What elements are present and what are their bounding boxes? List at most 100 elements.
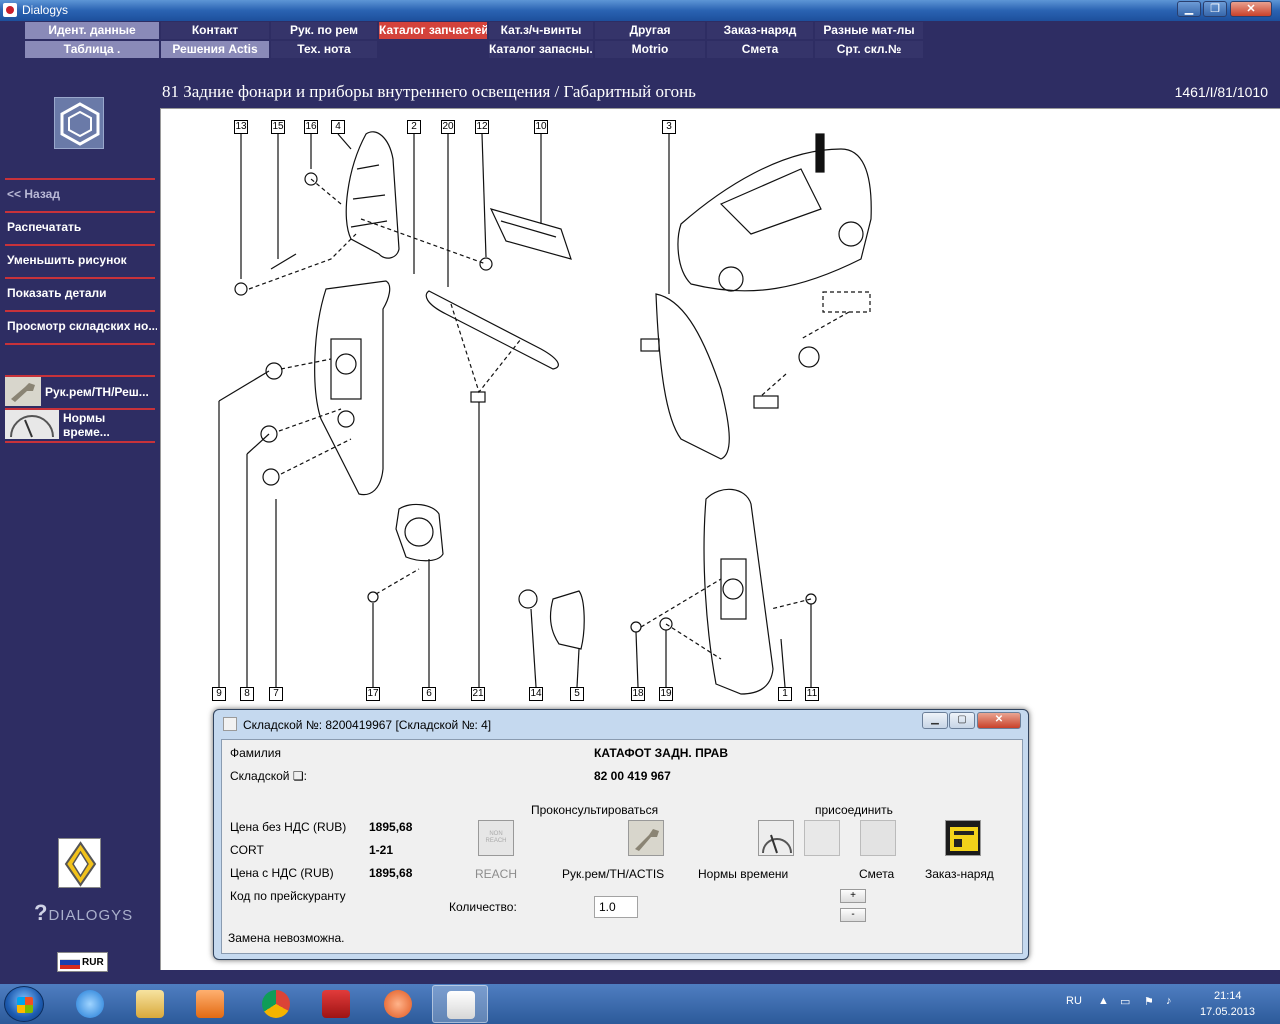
pricelist-code-label: Код по прейскуранту [230,889,346,903]
tab-contact[interactable]: Контакт [161,22,269,39]
price-ex-vat-label: Цена без НДС (RUB) [230,820,347,834]
tab-work-order[interactable]: Заказ-наряд [707,22,813,39]
callout-3[interactable]: 3 [662,120,676,134]
quantity-label: Количество: [449,900,517,914]
sidebar-separator [5,441,155,443]
clock-time[interactable]: 21:14 [1214,990,1242,1002]
question-mark-icon: ? [34,900,49,925]
minimize-button[interactable]: ▁ [1177,1,1201,17]
callout-19[interactable]: 19 [659,687,673,701]
callout-15[interactable]: 15 [271,120,285,134]
tab-other[interactable]: Другая [595,22,705,39]
tab-table[interactable]: Таблица . [25,41,159,58]
dialog-body: Фамилия КАТАФОТ ЗАДН. ПРАВ Складской ❏: … [221,739,1023,954]
app-icon [3,3,17,17]
parts-attach-icon[interactable] [804,820,840,856]
dialog-maximize-button[interactable]: ▢ [949,712,975,729]
dialogys-brand: DIALOGYS [48,907,134,924]
callout-12[interactable]: 12 [475,120,489,134]
kaspersky-taskbar-icon[interactable] [308,985,364,1023]
sidebar-separator [5,310,155,312]
tab-actis-solutions[interactable]: Решения Actis [161,41,269,58]
time-norms-icon[interactable] [758,820,794,856]
callout-9[interactable]: 9 [212,687,226,701]
quantity-input[interactable] [594,896,638,918]
show-details-link[interactable]: Показать детали [7,286,157,300]
sidebar-separator [5,343,155,345]
media-player-taskbar-icon[interactable] [182,985,238,1023]
java-taskbar-icon[interactable] [432,985,488,1023]
maximize-button[interactable]: ❐ [1203,1,1227,17]
window-titlebar: Dialogys ▁ ❐ ✕ [0,0,1280,21]
reach-label: REACH [475,867,518,881]
language-indicator[interactable]: RU [1066,995,1082,1007]
volume-icon[interactable]: ♪ [1166,995,1172,1007]
print-link[interactable]: Распечатать [7,220,157,234]
status-message: Замена невозможна. [228,931,345,945]
callout-5[interactable]: 5 [570,687,584,701]
dialog-close-button[interactable]: ✕ [977,712,1021,729]
close-button[interactable]: ✕ [1230,1,1272,17]
sidebar-separator [5,178,155,180]
time-norms-button[interactable]: Нормы време... [5,410,155,439]
callout-21[interactable]: 21 [471,687,485,701]
start-button[interactable] [4,986,44,1022]
taskbar: RU ▲ ▭ ⚑ ♪ 21:14 17.05.2013 [0,984,1280,1024]
tab-estimate[interactable]: Смета [707,41,813,58]
quantity-increase-button[interactable]: + [840,889,866,903]
time-norms-action-label: Нормы времени [698,867,789,881]
currency-button[interactable]: RUR [57,952,108,972]
consult-label: Проконсультироваться [531,803,659,817]
tab-motrio[interactable]: Motrio [595,41,705,58]
estimate-action-label: Смета [859,867,895,881]
family-value: КАТАФОТ ЗАДН. ПРАВ [594,746,728,760]
quantity-decrease-button[interactable]: - [840,908,866,922]
callout-17[interactable]: 17 [366,687,380,701]
callout-1[interactable]: 1 [778,687,792,701]
app-taskbar-icon[interactable] [370,985,426,1023]
work-order-icon[interactable] [945,820,981,856]
diagram-title: 81 Задние фонари и приборы внутреннего о… [162,82,696,101]
view-stock-numbers-link[interactable]: Просмотр складских но... [7,319,157,333]
back-link[interactable]: << Назад [7,187,157,201]
internet-explorer-taskbar-icon[interactable] [62,985,118,1023]
clock-date[interactable]: 17.05.2013 [1200,1006,1255,1018]
flag-icon[interactable]: ⚑ [1144,995,1154,1008]
callout-2[interactable]: 2 [407,120,421,134]
callout-14[interactable]: 14 [529,687,543,701]
callout-18[interactable]: 18 [631,687,645,701]
repair-manual-label: Рук.рем/ТН/Реш... [45,384,149,399]
chrome-taskbar-icon[interactable] [248,985,304,1023]
time-norms-label: Нормы време... [63,410,110,439]
callout-4[interactable]: 4 [331,120,345,134]
repair-manual-icon[interactable] [628,820,664,856]
tab-misc-materials[interactable]: Разные мат-лы [815,22,923,39]
tab-spare-catalog[interactable]: Каталог запасны... [489,41,593,58]
tab-ident-data[interactable]: Идент. данные [25,22,159,39]
callout-13[interactable]: 13 [234,120,248,134]
tab-repair-manual[interactable]: Рук. по рем [271,22,377,39]
window-title: Dialogys [22,3,69,17]
zoom-out-link[interactable]: Уменьшить рисунок [7,253,157,267]
network-icon[interactable]: ▭ [1120,995,1130,1008]
explorer-taskbar-icon[interactable] [122,985,178,1023]
part-number-value: 82 00 419 967 [594,769,671,783]
tray-arrow-icon[interactable]: ▲ [1098,995,1109,1007]
callout-16[interactable]: 16 [304,120,318,134]
callout-6[interactable]: 6 [422,687,436,701]
tab-stock-compare[interactable]: Срт. скл.№ [815,41,923,58]
callout-10[interactable]: 10 [534,120,548,134]
callout-7[interactable]: 7 [269,687,283,701]
reach-icon[interactable]: NON REACH [478,820,514,856]
estimate-icon[interactable] [860,820,896,856]
tab-tech-note[interactable]: Тех. нота [271,41,377,58]
currency-label: RUR [82,957,104,968]
dialog-minimize-button[interactable]: ▁ [922,712,948,729]
tab-screws-catalog[interactable]: Кат.з/ч-винты [489,22,593,39]
callout-20[interactable]: 20 [441,120,455,134]
repair-manual-button[interactable]: Рук.рем/ТН/Реш... [5,377,155,406]
callout-8[interactable]: 8 [240,687,254,701]
tab-parts-catalog[interactable]: Каталог запчастей [379,22,487,39]
wrench-icon [5,377,41,406]
callout-11[interactable]: 11 [805,687,819,701]
